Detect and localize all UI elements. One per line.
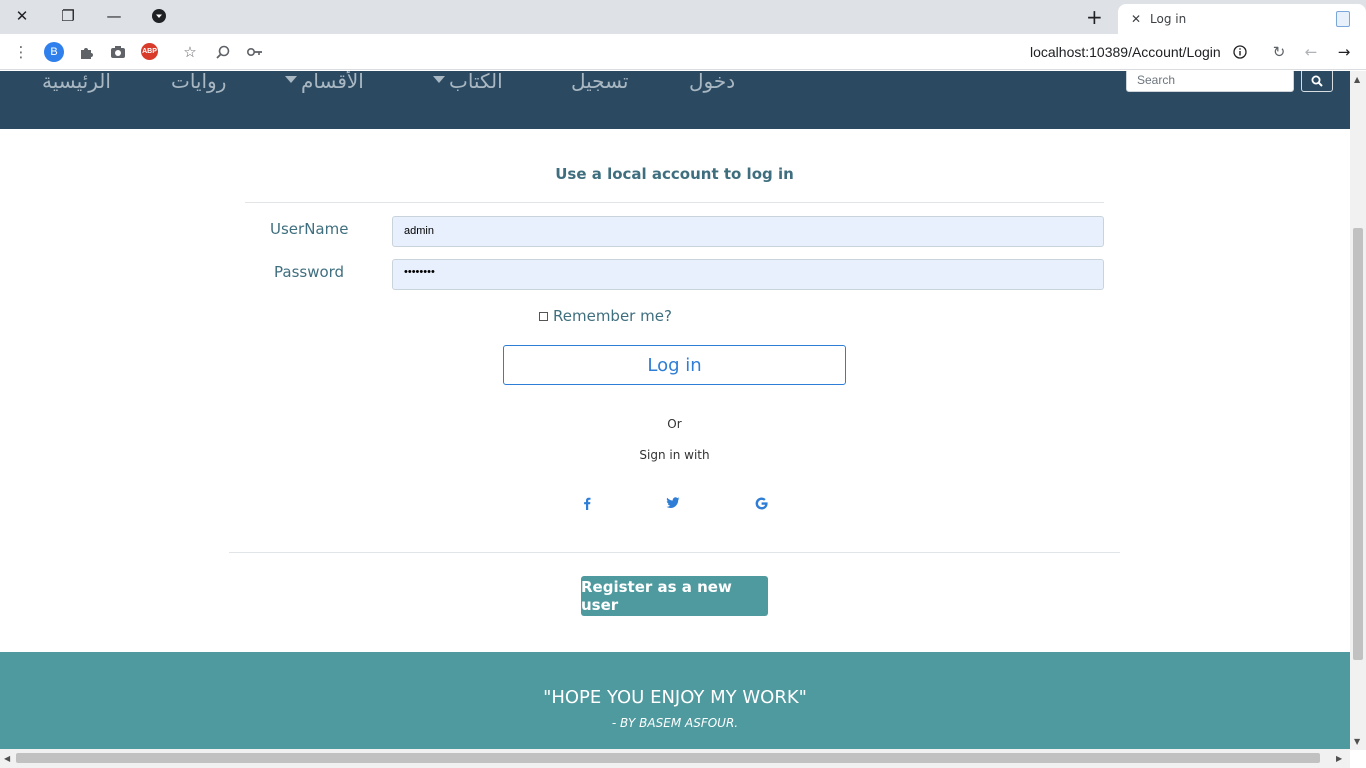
login-heading: Use a local account to log in: [555, 165, 794, 183]
site-footer: "HOPE YOU ENJOY MY WORK" - BY BASEM ASFO…: [0, 652, 1350, 749]
chevron-down-icon: [285, 76, 297, 83]
nav-item-categories[interactable]: الأقسام: [285, 71, 364, 93]
page-viewport: الرئيسية روايات الأقسام الكتاب تسجيل دخو…: [0, 71, 1350, 749]
browser-toolbar: ⋮ B ABP ☆ localhost:10389/Account/Login …: [0, 34, 1366, 70]
google-icon[interactable]: [751, 493, 771, 513]
tab-close-icon[interactable]: ✕: [1128, 12, 1144, 26]
sign-in-with-text: Sign in with: [639, 448, 710, 462]
nav-item-home[interactable]: الرئيسية: [42, 71, 111, 93]
vertical-scrollbar[interactable]: ▲ ▼: [1350, 71, 1366, 750]
reload-icon[interactable]: ↻: [1268, 41, 1290, 63]
close-window-icon[interactable]: ✕: [8, 4, 36, 28]
tab-search-icon[interactable]: [145, 4, 173, 28]
chevron-down-icon: [433, 76, 445, 83]
password-label: Password: [274, 263, 345, 281]
password-input[interactable]: ••••••••: [392, 259, 1104, 290]
page-favicon-icon: [1336, 11, 1350, 27]
profile-avatar[interactable]: B: [44, 42, 64, 62]
nav-item-novels[interactable]: روايات: [171, 71, 226, 93]
forward-arrow-icon[interactable]: →: [1333, 41, 1355, 63]
extensions-puzzle-icon[interactable]: [75, 41, 97, 63]
site-info-icon[interactable]: [1229, 41, 1251, 63]
horizontal-scroll-thumb[interactable]: [16, 753, 1320, 763]
active-tab[interactable]: ✕ Log in: [1118, 4, 1366, 34]
scroll-left-icon[interactable]: ◀: [4, 754, 10, 763]
scroll-right-icon[interactable]: ▶: [1336, 754, 1342, 763]
site-navbar: الرئيسية روايات الأقسام الكتاب تسجيل دخو…: [0, 71, 1350, 129]
tab-title: Log in: [1150, 12, 1187, 26]
remember-me-checkbox[interactable]: [539, 311, 548, 321]
search-icon: [1311, 75, 1323, 87]
divider: [229, 552, 1120, 553]
nav-item-authors[interactable]: الكتاب: [433, 71, 503, 93]
scroll-down-icon[interactable]: ▼: [1354, 737, 1360, 746]
facebook-icon[interactable]: [577, 493, 597, 513]
key-icon[interactable]: [244, 41, 266, 63]
register-button[interactable]: Register as a new user: [581, 576, 768, 616]
nav-item-authors-label: الكتاب: [449, 71, 503, 93]
divider: [245, 202, 1104, 203]
adblock-icon[interactable]: ABP: [141, 43, 158, 60]
username-label: UserName: [270, 220, 349, 238]
camera-icon[interactable]: [107, 41, 129, 63]
nav-item-categories-label: الأقسام: [301, 71, 364, 93]
search-button[interactable]: [1301, 71, 1333, 92]
nav-item-login[interactable]: دخول: [689, 71, 735, 93]
restore-window-icon[interactable]: ❐: [54, 4, 82, 28]
footer-quote: "HOPE YOU ENJOY MY WORK": [543, 687, 807, 708]
chevron-down-circle-icon: [152, 9, 166, 23]
remember-me-row[interactable]: Remember me?: [539, 307, 672, 325]
menu-dots-icon[interactable]: ⋮: [10, 41, 32, 63]
or-text: Or: [667, 417, 682, 431]
horizontal-scrollbar[interactable]: ◀ ▶: [0, 749, 1350, 768]
footer-author: - BY BASEM ASFOUR.: [611, 716, 739, 730]
back-arrow-icon[interactable]: ←: [1300, 41, 1322, 63]
scroll-up-icon[interactable]: ▲: [1354, 75, 1360, 84]
zoom-icon[interactable]: [212, 41, 234, 63]
search-input[interactable]: Search: [1126, 71, 1294, 92]
vertical-scroll-thumb[interactable]: [1353, 228, 1363, 660]
twitter-icon[interactable]: [663, 493, 683, 513]
login-button[interactable]: Log in: [503, 345, 846, 385]
nav-item-register[interactable]: تسجيل: [571, 71, 629, 93]
new-tab-button[interactable]: +: [1086, 5, 1103, 29]
username-input[interactable]: admin: [392, 216, 1104, 247]
remember-me-label: Remember me?: [553, 307, 672, 325]
bookmark-star-icon[interactable]: ☆: [179, 41, 201, 63]
address-bar[interactable]: localhost:10389/Account/Login: [1030, 44, 1221, 60]
minimize-window-icon[interactable]: —: [100, 4, 128, 28]
browser-tab-strip: ✕ ❐ — + ✕ Log in: [0, 0, 1366, 34]
